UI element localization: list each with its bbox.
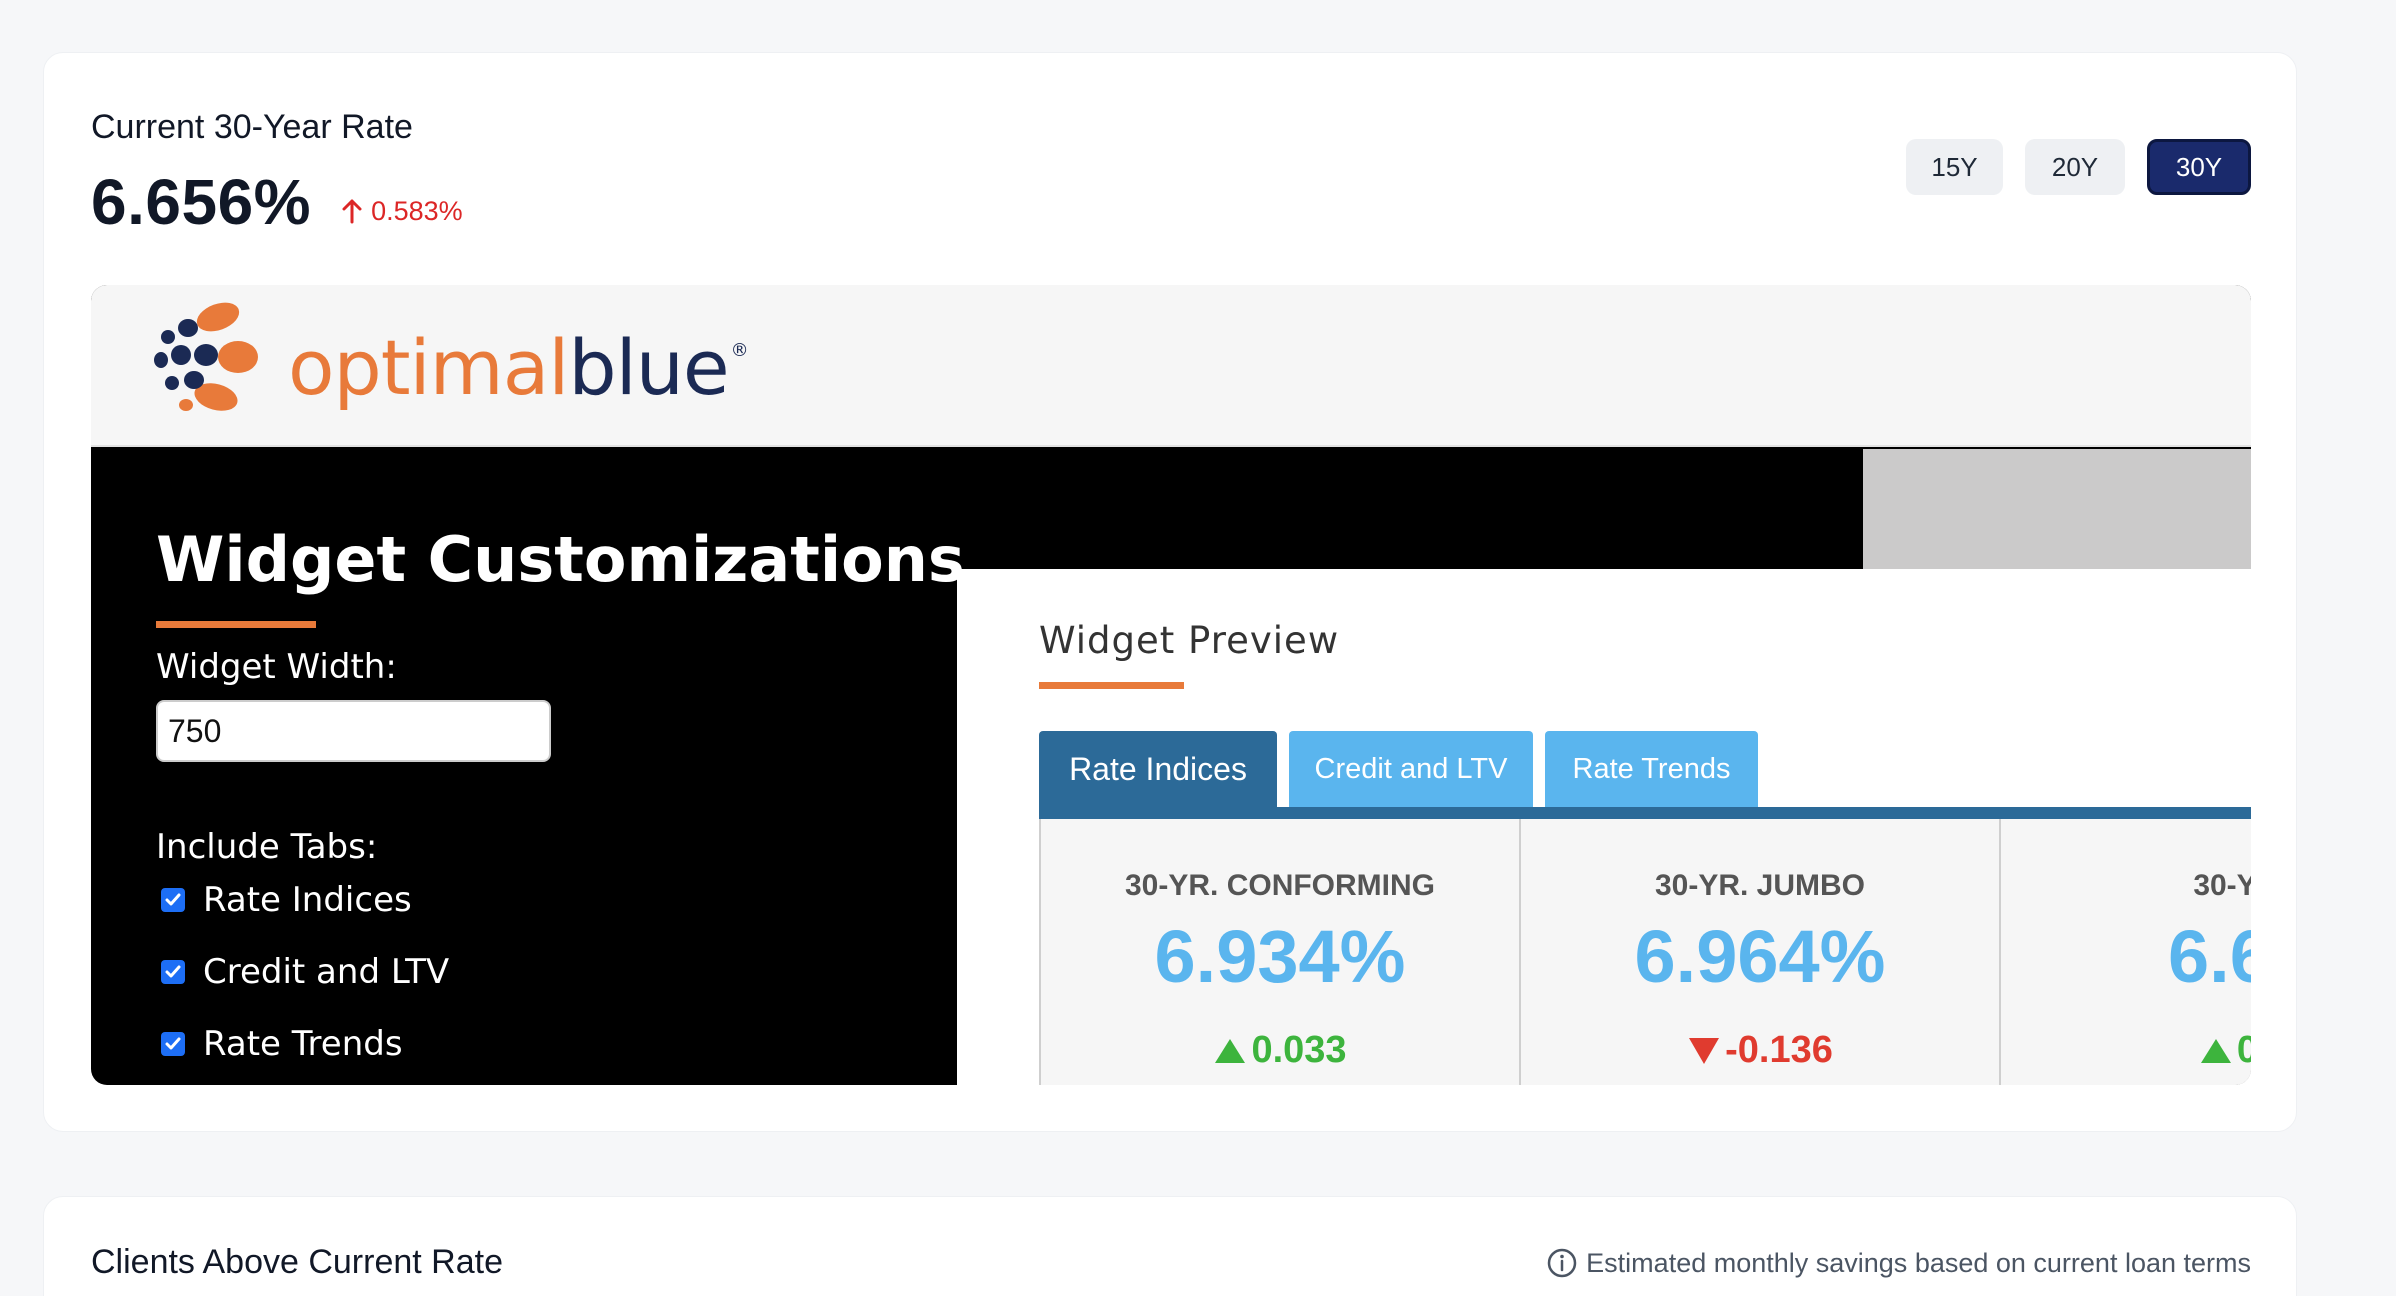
clients-above-rate-title: Clients Above Current Rate <box>91 1243 503 1281</box>
triangle-up-icon <box>2200 1038 2231 1063</box>
current-rate-value: 6.656% <box>91 166 312 238</box>
preview-tab-rate-trends[interactable]: Rate Trends <box>1545 731 1758 807</box>
rate-index-cell: 30-YR. 6.63 0.( <box>1999 819 2251 1085</box>
widget-preview-panel: Widget Preview Rate Indices Credit and L… <box>957 569 2251 1085</box>
include-tab-label: Rate Trends <box>203 1024 403 1064</box>
include-tab-rate-indices[interactable]: Rate Indices <box>161 880 412 920</box>
include-tab-rate-trends[interactable]: Rate Trends <box>161 1024 403 1064</box>
rate-delta: 0.583% <box>341 196 463 227</box>
widget-width-input[interactable] <box>156 700 551 762</box>
rate-index-title: 30-YR. CONFORMING <box>1124 869 1436 902</box>
preview-tab-bar <box>1039 807 2251 819</box>
optimalblue-logo-mark-icon <box>154 302 258 411</box>
logo-bar: optimalblue ® <box>91 285 2251 447</box>
rate-index-change: 0.033 <box>1041 1029 1519 1072</box>
savings-note-text: Estimated monthly savings based on curre… <box>1586 1247 2251 1278</box>
checkbox-checked-icon[interactable] <box>161 1032 185 1056</box>
rate-index-value: 6.964% <box>1634 915 1886 998</box>
rate-index-cell: 30-YR. CONFORMING 6.934% 0.033 <box>1039 819 1519 1085</box>
rate-index-title: 30-YR. JUMBO <box>1654 869 1866 902</box>
include-tab-label: Credit and LTV <box>203 952 450 992</box>
triangle-up-icon <box>1215 1038 1246 1063</box>
current-rate-card: Current 30-Year Rate 6.656% 0.583% 15Y 2… <box>43 52 2297 1132</box>
embedded-widget-page: optimalblue ® Widget Customizations Widge… <box>91 285 2251 1085</box>
optimalblue-logo-text: optimalblue ® <box>288 323 749 412</box>
rate-index-title: 30-YR. <box>2193 869 2251 902</box>
preview-title-underline <box>1039 682 1184 689</box>
term-30y-button[interactable]: 30Y <box>2147 139 2251 195</box>
gray-placeholder-block <box>1863 449 2251 569</box>
preview-tab-rate-indices[interactable]: Rate Indices <box>1039 731 1277 807</box>
triangle-down-icon <box>1689 1037 1720 1064</box>
clients-above-rate-card: Clients Above Current Rate Estimated mon… <box>43 1196 2297 1296</box>
widget-preview-title: Widget Preview <box>1039 619 1340 662</box>
include-tabs-label: Include Tabs: <box>156 827 378 867</box>
preview-tabs: Rate Indices Credit and LTV Rate Trends <box>1039 731 1770 807</box>
include-tab-credit-ltv[interactable]: Credit and LTV <box>161 952 449 992</box>
include-tab-label: Rate Indices <box>203 880 412 920</box>
rate-index-cell: 30-YR. JUMBO 6.964% -0.136 <box>1519 819 1999 1085</box>
term-20y-button[interactable]: 20Y <box>2025 139 2125 195</box>
rate-index-change: -0.136 <box>1521 1029 1999 1072</box>
term-15y-button[interactable]: 15Y <box>1906 139 2003 195</box>
rate-index-cells: 30-YR. CONFORMING 6.934% 0.033 30-YR. JU… <box>1039 819 2251 1085</box>
term-selector: 15Y 20Y 30Y <box>1906 139 2251 195</box>
widget-customizations-title: Widget Customizations <box>156 523 965 596</box>
checkbox-checked-icon[interactable] <box>161 960 185 984</box>
rate-index-change: 0.( <box>2001 1029 2251 1072</box>
title-underline <box>156 621 316 628</box>
current-rate-row: 6.656% 0.583% <box>91 165 463 239</box>
widget-width-label: Widget Width: <box>156 647 397 687</box>
current-rate-label: Current 30-Year Rate <box>91 108 413 146</box>
preview-tab-credit-ltv[interactable]: Credit and LTV <box>1289 731 1533 807</box>
info-icon <box>1547 1248 1577 1278</box>
rate-index-value: 6.63 <box>2167 915 2251 998</box>
rate-delta-value: 0.583% <box>371 195 463 226</box>
savings-note: Estimated monthly savings based on curre… <box>1546 1247 2251 1279</box>
arrow-up-icon <box>342 199 362 224</box>
checkbox-checked-icon[interactable] <box>161 888 185 912</box>
rate-index-value: 6.934% <box>1154 915 1406 998</box>
